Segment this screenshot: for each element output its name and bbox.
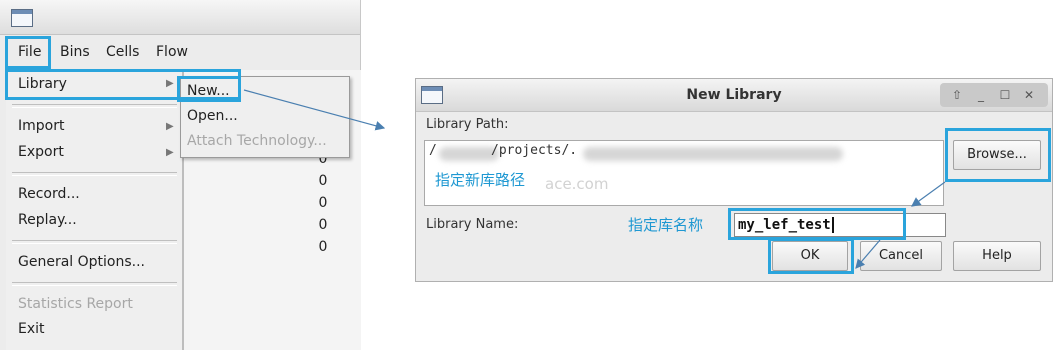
arrow-name-to-ok (855, 239, 881, 269)
arrow-browse-to-name (911, 181, 946, 207)
arrow-new-to-dialog (243, 89, 386, 131)
annotation-arrows (243, 89, 946, 269)
